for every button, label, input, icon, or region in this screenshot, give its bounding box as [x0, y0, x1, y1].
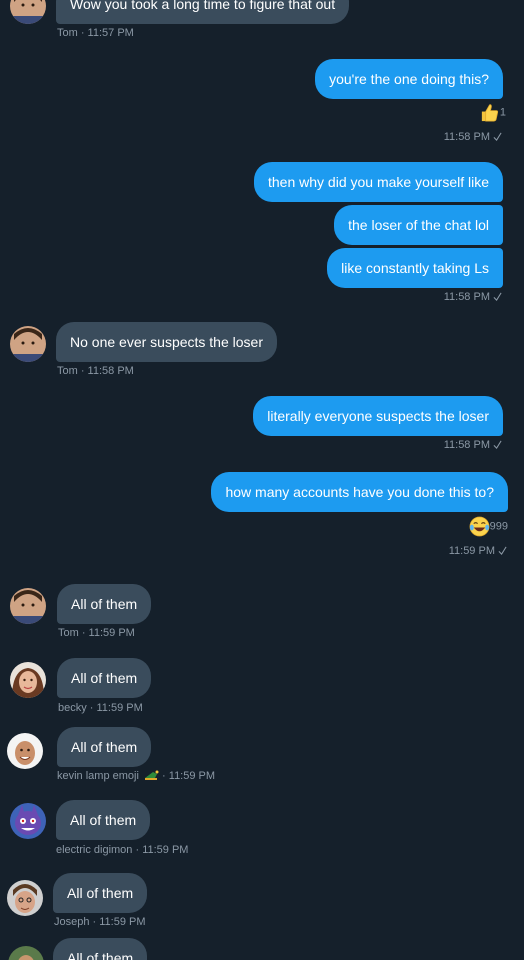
message-meta: becky · 11:59 PM — [58, 702, 143, 714]
avatar-tom[interactable] — [10, 588, 46, 624]
message-meta: 11:58 PM — [444, 131, 502, 143]
message-meta: kevin lamp emoji · 11:59 PM — [57, 770, 216, 782]
message-bubble[interactable]: you're the one doing this? — [315, 59, 503, 99]
avatar-tom[interactable] — [10, 0, 46, 24]
message-meta: Tom · 11:59 PM — [58, 627, 135, 639]
sent-check-icon — [493, 440, 502, 449]
message-meta: 11:58 PM — [444, 291, 502, 303]
avatar-joseph[interactable] — [7, 880, 43, 916]
message-bubble[interactable]: how many accounts have you done this to? — [211, 472, 508, 512]
sent-check-icon — [498, 546, 507, 555]
avatar-becky[interactable] — [10, 662, 46, 698]
message-meta: 11:58 PM — [444, 439, 502, 451]
message-bubble[interactable]: All of them — [53, 938, 148, 960]
sent-check-icon — [493, 292, 502, 301]
message-bubble[interactable]: All of them — [57, 584, 152, 624]
message-bubble[interactable]: All of them — [57, 727, 152, 767]
avatar-electric-digimon[interactable] — [10, 803, 46, 839]
message-bubble[interactable]: like constantly taking Ls — [327, 248, 503, 288]
avatar-user[interactable] — [8, 946, 44, 960]
message-meta: Tom · 11:58 PM — [57, 365, 134, 377]
tears-of-joy-icon — [469, 516, 490, 537]
message-bubble[interactable]: All of them — [56, 800, 151, 840]
message-bubble[interactable]: All of them — [57, 658, 152, 698]
message-meta: 11:59 PM — [449, 545, 507, 557]
lamp-emoji-icon — [144, 770, 159, 780]
message-meta: Tom · 11:57 PM — [57, 27, 134, 39]
message-bubble[interactable]: the loser of the chat lol — [334, 205, 503, 245]
avatar-kevin[interactable] — [7, 733, 43, 769]
message-bubble[interactable]: No one ever suspects the loser — [56, 322, 277, 362]
message-meta: electric digimon · 11:59 PM — [56, 844, 189, 856]
message-bubble[interactable]: literally everyone suspects the loser — [253, 396, 503, 436]
reaction-count: 999 — [489, 520, 508, 533]
reaction-count: 1 — [499, 106, 506, 119]
sent-check-icon — [493, 132, 502, 141]
message-bubble[interactable]: then why did you make yourself like — [254, 162, 503, 202]
message-meta: Joseph · 11:59 PM — [54, 916, 146, 928]
avatar-tom[interactable] — [10, 326, 46, 362]
message-bubble[interactable]: All of them — [53, 873, 148, 913]
message-bubble[interactable]: Wow you took a long time to figure that … — [56, 0, 350, 24]
reaction-thumbs[interactable]: 1 — [479, 102, 506, 123]
reaction-laugh[interactable]: 999 — [469, 516, 508, 537]
thumbs-up-icon — [481, 104, 498, 122]
